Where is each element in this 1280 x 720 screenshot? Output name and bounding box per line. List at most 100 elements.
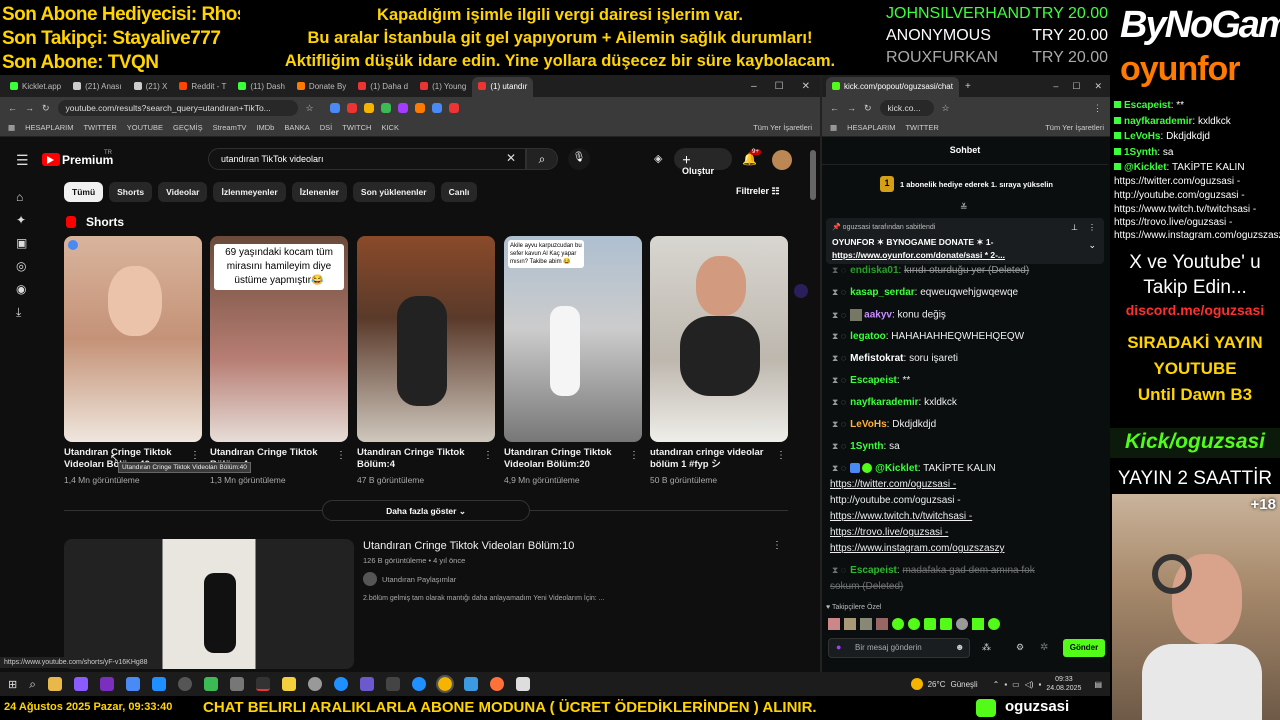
- back-icon[interactable]: ←: [830, 103, 839, 113]
- bookmark[interactable]: HESAPLARIM: [847, 123, 895, 132]
- url-field[interactable]: kick.co...: [879, 100, 934, 116]
- timeout-icon[interactable]: ⧗ ◌: [832, 287, 846, 297]
- notifications-icon[interactable]: ▤: [1094, 680, 1102, 689]
- bookmark[interactable]: BANKA: [284, 123, 309, 132]
- extension-icon[interactable]: [380, 103, 391, 113]
- bookmark[interactable]: HESAPLARIM: [25, 123, 73, 132]
- emote-icon[interactable]: [828, 618, 840, 630]
- emote-icon[interactable]: [892, 618, 904, 630]
- extension-icon[interactable]: [346, 103, 357, 113]
- chip-live[interactable]: Canlı: [440, 182, 478, 202]
- browser-tab[interactable]: (1) Daha d: [352, 77, 414, 97]
- browser-tab[interactable]: (1) Young: [414, 77, 472, 97]
- app-icon[interactable]: [177, 677, 192, 691]
- url-field[interactable]: youtube.com/results?search_query=utandır…: [57, 100, 298, 116]
- more-options-icon[interactable]: ⋮: [336, 450, 346, 461]
- video-thumbnail[interactable]: [64, 539, 354, 669]
- emote-icon[interactable]: [972, 618, 984, 630]
- more-options-icon[interactable]: ⋮: [190, 450, 200, 461]
- pinned-link[interactable]: https://www.oyunfor.com/donate/sasi * 2-…: [832, 250, 1005, 260]
- reward-icon[interactable]: ⁂: [982, 642, 991, 653]
- emote-icon[interactable]: [956, 618, 968, 630]
- clear-search-icon[interactable]: ✕: [506, 151, 516, 165]
- windows-start-icon[interactable]: ⊞: [8, 678, 17, 691]
- short-title[interactable]: Utandıran Cringe Tiktok Bölüm:4: [357, 447, 487, 471]
- forward-icon[interactable]: →: [847, 103, 856, 113]
- browser-tab[interactable]: Reddit - T: [173, 77, 232, 97]
- floating-extension-icon[interactable]: [794, 284, 808, 298]
- chat-user[interactable]: @Kicklet: [875, 463, 918, 474]
- more-options-icon[interactable]: ⋮: [483, 450, 493, 461]
- network-icon[interactable]: ▭: [1012, 680, 1020, 689]
- bookmark[interactable]: KICK: [381, 123, 399, 132]
- bookmark-star-icon[interactable]: ☆: [942, 103, 950, 114]
- chip-recent[interactable]: Son yüklenenler: [352, 182, 435, 202]
- bookmark[interactable]: TWITTER: [905, 123, 938, 132]
- search-icon[interactable]: ⌕: [526, 148, 558, 170]
- chat-user[interactable]: legatoo: [850, 331, 886, 342]
- channel-avatar[interactable]: [363, 572, 377, 586]
- subscriptions-icon[interactable]: ▣: [16, 232, 27, 255]
- emote-icon[interactable]: [844, 618, 856, 630]
- timeout-icon[interactable]: ⧗ ◌: [832, 353, 846, 363]
- filters-button[interactable]: Filtreler ☷: [736, 186, 780, 197]
- firefox-icon[interactable]: [489, 677, 504, 691]
- downloads-icon[interactable]: ⤓: [16, 301, 27, 324]
- browser-menu-icon[interactable]: ⋮: [1093, 103, 1110, 114]
- browser-tab-active[interactable]: (1) utandır: [472, 77, 534, 97]
- avatar[interactable]: [772, 150, 792, 170]
- chip-watched[interactable]: İzlenenler: [291, 182, 347, 202]
- tray-chevron-icon[interactable]: ⌃: [993, 680, 1000, 689]
- onenote-icon[interactable]: [99, 677, 114, 691]
- emoji-icon[interactable]: ☻: [955, 642, 964, 652]
- mod-tools-icon[interactable]: ✲: [1040, 642, 1048, 653]
- clock[interactable]: 09:33 24.08.2025: [1046, 675, 1081, 693]
- youtube-music-icon[interactable]: ◎: [16, 255, 27, 278]
- scrollbar-thumb[interactable]: [810, 150, 816, 200]
- app-icon[interactable]: [125, 677, 140, 691]
- short-thumbnail[interactable]: Akile ayvu karpuzcudan bu sefer kavun Al…: [504, 236, 642, 442]
- short-title[interactable]: utandıran cringe videolar bölüm 1 #fyp シ: [650, 447, 780, 471]
- chip-videos[interactable]: Videolar: [158, 182, 208, 202]
- extension-icon[interactable]: [363, 103, 374, 113]
- app-icon[interactable]: [515, 677, 530, 691]
- bookmark[interactable]: StreamTV: [213, 123, 247, 132]
- emote-icon[interactable]: [876, 618, 888, 630]
- bookmark[interactable]: DSİ: [320, 123, 333, 132]
- app-icon[interactable]: [73, 677, 88, 691]
- chat-user[interactable]: endiska01: [850, 265, 898, 276]
- timeout-icon[interactable]: ⧗ ◌: [832, 375, 846, 385]
- file-explorer-icon[interactable]: [47, 677, 62, 691]
- forward-icon[interactable]: →: [25, 103, 34, 113]
- app-icon[interactable]: [203, 677, 218, 691]
- chat-link[interactable]: https://www.instagram.com/oguzszaszy: [830, 543, 1005, 554]
- microphone-icon[interactable]: 🎙: [568, 148, 590, 170]
- create-button[interactable]: ＋ Oluştur: [674, 148, 732, 176]
- shorts-icon[interactable]: ✦: [16, 209, 27, 232]
- extension-icon[interactable]: [414, 103, 425, 113]
- short-thumbnail[interactable]: [650, 236, 788, 442]
- all-bookmarks[interactable]: Tüm Yer İşaretleri: [1045, 123, 1110, 132]
- obs-icon[interactable]: [255, 677, 270, 691]
- pinned-menu-icon[interactable]: ⋮: [1088, 223, 1096, 232]
- app-icon[interactable]: [333, 677, 348, 691]
- new-tab-icon[interactable]: +: [959, 81, 977, 97]
- timeout-icon[interactable]: ⧗ ◌: [832, 331, 846, 341]
- emote-icon[interactable]: [988, 618, 1000, 630]
- timeout-icon[interactable]: ⧗ ◌: [832, 397, 846, 407]
- timeout-icon[interactable]: ⧗ ◌: [832, 463, 846, 473]
- close-icon[interactable]: ✕: [1094, 81, 1102, 92]
- chat-user[interactable]: LeVoHs: [850, 419, 887, 430]
- timeout-icon[interactable]: ⧗ ◌: [832, 565, 846, 575]
- bookmark[interactable]: IMDb: [256, 123, 274, 132]
- search-icon[interactable]: ⌕: [29, 677, 36, 692]
- minimize-icon[interactable]: –: [1053, 81, 1058, 92]
- chat-link[interactable]: https://trovo.live/oguzsasi -: [830, 527, 948, 538]
- chat-link[interactable]: http://youtube.com/oguzsasi -: [830, 495, 961, 506]
- collapse-icon[interactable]: ≚: [960, 202, 968, 213]
- bookmark-star-icon[interactable]: ☆: [306, 103, 314, 114]
- more-options-icon[interactable]: ⋮: [629, 450, 639, 461]
- video-title[interactable]: Utandıran Cringe Tiktok Videoları Bölüm:…: [363, 540, 574, 552]
- extension-icon[interactable]: [397, 103, 408, 113]
- app-icon[interactable]: [385, 677, 400, 691]
